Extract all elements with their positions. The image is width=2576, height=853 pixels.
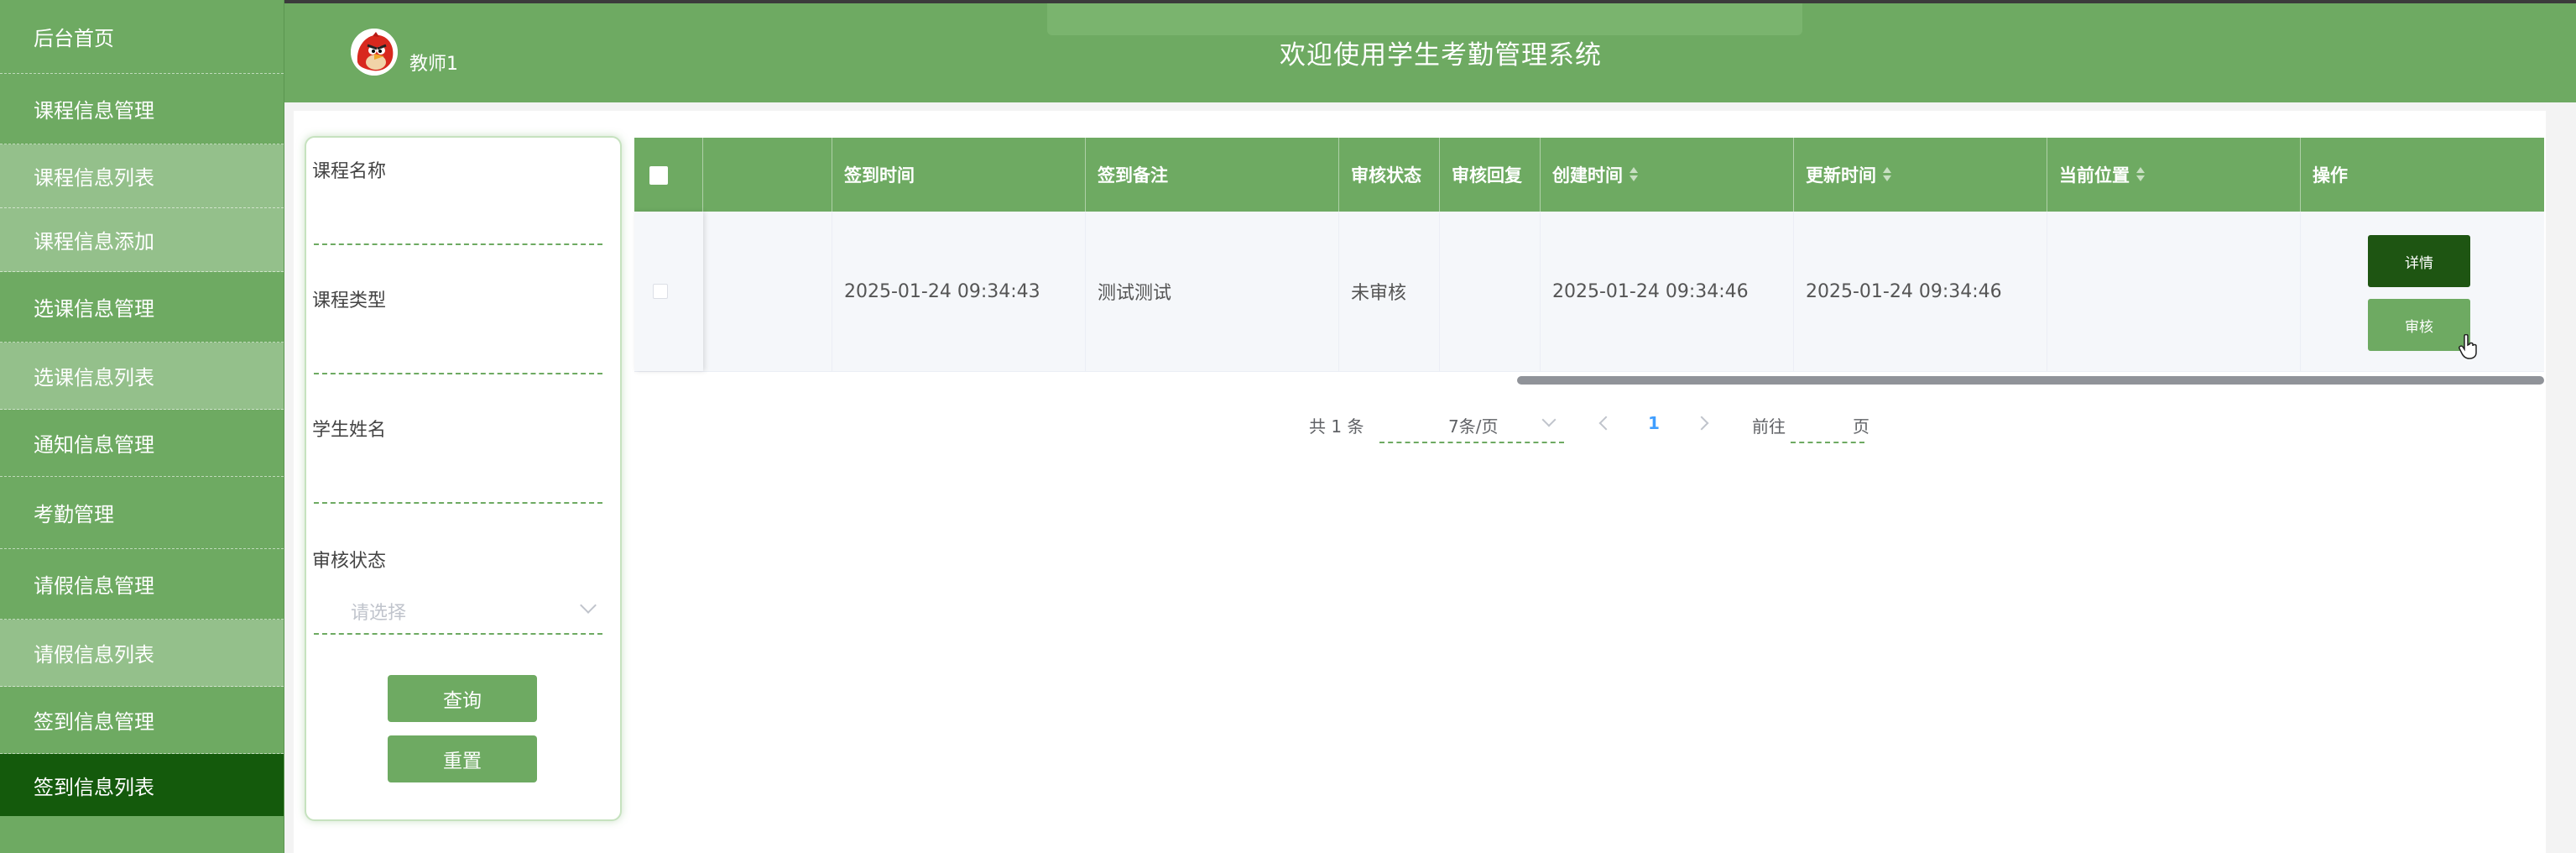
header-actions-label: 操作 <box>2313 165 2348 186</box>
cell-actions: 详情 审核 <box>2301 212 2544 371</box>
signin-table: 签到时间 签到备注 审核状态 审核回复 创建时间 更新时间 当前位置 操作 20… <box>634 138 2544 385</box>
header-sign-time-label: 签到时间 <box>844 165 915 186</box>
header-sign-time: 签到时间 <box>832 138 1086 212</box>
cell-index <box>703 212 832 371</box>
sort-icon[interactable] <box>2136 167 2145 182</box>
course-name-label: 课程名称 <box>312 161 387 182</box>
audit-status-placeholder: 请选择 <box>351 603 407 624</box>
header-index <box>703 138 832 212</box>
audit-button[interactable]: 审核 <box>2368 299 2470 351</box>
student-name-input[interactable] <box>314 468 602 504</box>
sort-icon[interactable] <box>1883 167 1891 182</box>
cell-audit-reply <box>1440 212 1541 371</box>
audit-status-label: 审核状态 <box>312 551 387 572</box>
header-created-at-label: 创建时间 <box>1552 165 1623 186</box>
header-select-all-cell <box>634 138 703 212</box>
sidebar-item-course-list[interactable]: 课程信息列表 <box>0 144 284 208</box>
course-type-label: 课程类型 <box>312 290 387 311</box>
table-header: 签到时间 签到备注 审核状态 审核回复 创建时间 更新时间 当前位置 操作 <box>634 138 2544 212</box>
sidebar-item-course-add[interactable]: 课程信息添加 <box>0 208 284 272</box>
header-actions: 操作 <box>2301 138 2544 212</box>
page-size-value: 7条/页 <box>1448 416 1499 437</box>
sidebar-item-signin-management[interactable]: 签到信息管理 <box>0 687 284 754</box>
chevron-down-icon <box>580 597 597 614</box>
query-button[interactable]: 查询 <box>388 675 537 722</box>
cell-updated-at: 2025-01-24 09:34:46 <box>1794 212 2047 371</box>
sidebar-item-signin-list[interactable]: 签到信息列表 <box>0 754 284 816</box>
sidebar: 后台首页 课程信息管理 课程信息列表 课程信息添加 选课信息管理 选课信息列表 … <box>0 0 284 853</box>
sidebar-item-course-management[interactable]: 课程信息管理 <box>0 74 284 144</box>
header-audit-status-label: 审核状态 <box>1351 165 1421 186</box>
goto-label: 前往 <box>1752 416 1786 437</box>
top-bar-tab <box>1047 3 1802 35</box>
header-sign-note: 签到备注 <box>1086 138 1339 212</box>
cell-audit-status: 未审核 <box>1339 212 1440 371</box>
page-size-select[interactable]: 7条/页 <box>1379 405 1564 443</box>
username[interactable]: 教师1 <box>409 49 458 76</box>
header-updated-at-label: 更新时间 <box>1806 165 1876 186</box>
header-sign-note-label: 签到备注 <box>1098 165 1168 186</box>
sidebar-item-attendance-management[interactable]: 考勤管理 <box>0 477 284 549</box>
course-type-input[interactable] <box>314 339 602 374</box>
sidebar-item-enrollment-list[interactable]: 选课信息列表 <box>0 343 284 410</box>
sidebar-item-leave-management[interactable]: 请假信息管理 <box>0 549 284 620</box>
sidebar-item-enrollment-management[interactable]: 选课信息管理 <box>0 272 284 343</box>
cell-created-at: 2025-01-24 09:34:46 <box>1541 212 1794 371</box>
header-audit-reply-label: 审核回复 <box>1452 165 1522 186</box>
sort-icon[interactable] <box>1630 167 1638 182</box>
header-location[interactable]: 当前位置 <box>2047 138 2301 212</box>
table-row: 2025-01-24 09:34:43 测试测试 未审核 2025-01-24 … <box>634 212 2544 372</box>
horizontal-scrollbar[interactable] <box>1517 376 2544 385</box>
sidebar-item-notice-management[interactable]: 通知信息管理 <box>0 410 284 477</box>
course-name-input[interactable] <box>314 210 602 245</box>
student-name-label: 学生姓名 <box>312 420 387 441</box>
header-location-label: 当前位置 <box>2059 165 2130 186</box>
select-all-checkbox[interactable] <box>649 166 668 185</box>
hand-pointer-icon <box>2459 334 2477 359</box>
cell-sign-note: 测试测试 <box>1086 212 1339 371</box>
angry-bird-avatar-icon <box>351 29 398 76</box>
header-audit-reply: 审核回复 <box>1440 138 1541 212</box>
audit-status-select[interactable]: 请选择 <box>314 588 602 635</box>
pagination-total: 共 1 条 <box>1309 416 1364 437</box>
sidebar-item-home[interactable]: 后台首页 <box>0 0 284 74</box>
reset-button[interactable]: 重置 <box>388 735 537 782</box>
header-updated-at[interactable]: 更新时间 <box>1794 138 2047 212</box>
row-select-cell <box>634 212 703 371</box>
system-title: 欢迎使用学生考勤管理系统 <box>1280 40 1602 71</box>
page-number-1[interactable]: 1 <box>1648 413 1660 433</box>
user-avatar[interactable] <box>351 29 398 76</box>
cell-location <box>2047 212 2301 371</box>
row-checkbox[interactable] <box>653 284 668 299</box>
page-suffix-label: 页 <box>1853 416 1869 437</box>
header-audit-status: 审核状态 <box>1339 138 1440 212</box>
chevron-down-icon <box>1541 412 1557 427</box>
detail-button[interactable]: 详情 <box>2368 235 2470 287</box>
sidebar-item-leave-list[interactable]: 请假信息列表 <box>0 620 284 687</box>
header-created-at[interactable]: 创建时间 <box>1541 138 1794 212</box>
cell-sign-time: 2025-01-24 09:34:43 <box>832 212 1086 371</box>
